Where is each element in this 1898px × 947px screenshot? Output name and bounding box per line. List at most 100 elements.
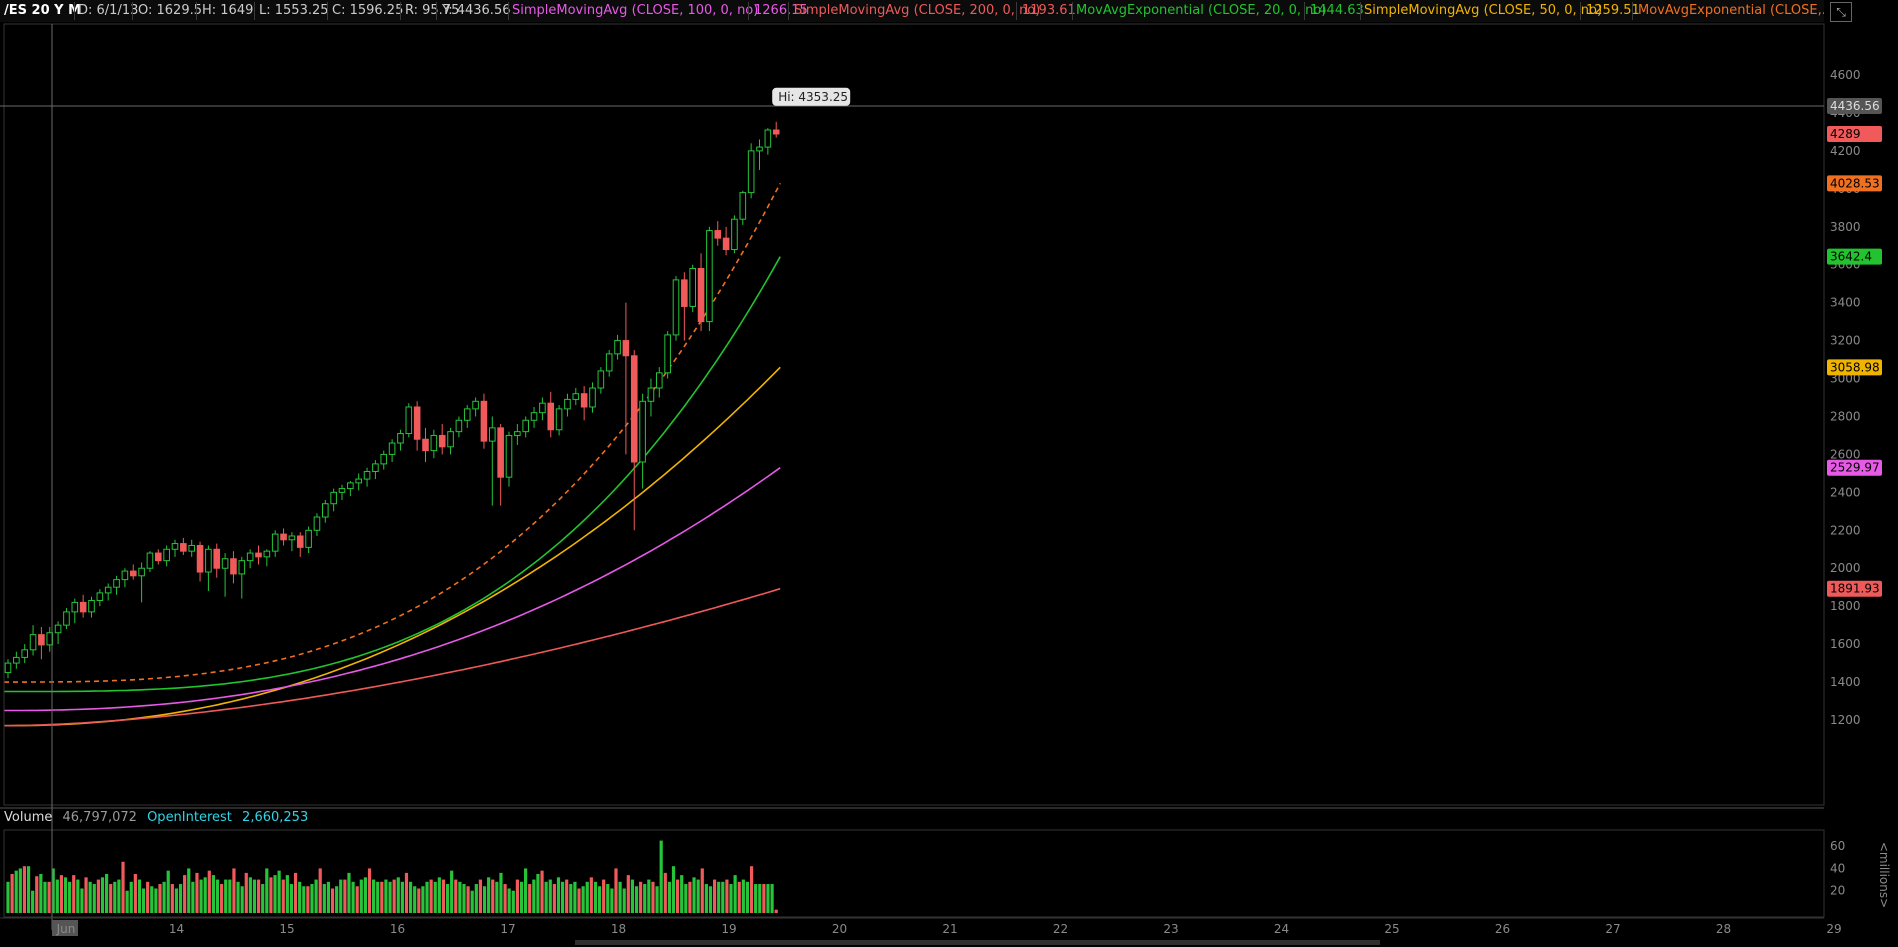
- time-axis: Jun 14 15 16 17 18 19 20 21 22 23 24 25 26 27 28 29: [0, 917, 1842, 945]
- candle-body: [372, 463, 379, 472]
- volume-bar: [80, 888, 84, 913]
- volume-bar: [355, 886, 359, 913]
- candle-body: [230, 558, 237, 575]
- candle-body: [355, 478, 362, 484]
- volume-bar: [433, 881, 437, 913]
- candle-body: [605, 353, 613, 372]
- volume-bar: [228, 879, 232, 913]
- volume-bar: [606, 884, 610, 913]
- volume-bar: [478, 879, 483, 913]
- volume-bar: [232, 868, 236, 913]
- volume-bar: [195, 872, 199, 913]
- y-tick-label: 2600: [1830, 447, 1861, 461]
- volume-bar: [655, 886, 659, 913]
- volume-bar: [261, 884, 265, 913]
- volume-bar: [174, 888, 179, 913]
- volume-bar: [183, 875, 187, 913]
- volume-bar: [281, 879, 285, 913]
- candle-body: [756, 146, 763, 152]
- y-tick-label: 3200: [1830, 334, 1861, 348]
- x-tick-label: 21: [942, 922, 957, 936]
- volume-bar: [708, 886, 713, 913]
- candle-body: [672, 279, 680, 336]
- candle-body: [263, 550, 271, 558]
- volume-bar: [729, 884, 733, 913]
- candle-body: [305, 529, 312, 548]
- volume-bar: [330, 888, 335, 913]
- volume-bar: [745, 881, 750, 913]
- price-tag: 3058.98: [1827, 359, 1882, 376]
- volume-bar: [466, 886, 470, 913]
- volume-bar: [663, 872, 667, 913]
- candle-body: [96, 592, 104, 601]
- volume-tick-label: 60: [1830, 839, 1845, 853]
- candle-body: [764, 129, 772, 148]
- volume-bar: [158, 884, 162, 913]
- volume-bar: [741, 879, 745, 913]
- candle-body: [772, 129, 780, 135]
- volume-bar: [692, 877, 696, 913]
- volume-bar: [166, 870, 170, 913]
- candle-body: [271, 533, 279, 552]
- volume-bar: [647, 879, 651, 913]
- volume-bar: [458, 881, 462, 913]
- volume-bar: [577, 888, 581, 913]
- volume-bar: [589, 877, 593, 913]
- volume-bar: [380, 881, 384, 913]
- x-tick-label: 25: [1384, 922, 1399, 936]
- x-tick-label: Jun: [56, 922, 76, 936]
- volume-bar: [68, 881, 72, 913]
- candle-body: [697, 268, 705, 323]
- volume-bar: [754, 884, 758, 913]
- candle-body: [630, 355, 638, 463]
- volume-bar: [256, 879, 261, 913]
- candle-body: [380, 453, 388, 465]
- candle-body: [447, 431, 454, 448]
- volume-bar: [306, 886, 310, 913]
- candle-body: [138, 567, 145, 577]
- candle-body: [180, 543, 187, 552]
- volume-bar: [363, 877, 367, 913]
- volume-bar: [215, 879, 220, 913]
- price-chart[interactable]: 1200140016001800200022002400260028003000…: [0, 0, 1898, 947]
- x-tick-label: 14: [169, 922, 184, 936]
- volume-bar: [524, 868, 528, 913]
- volume-label[interactable]: Volume: [4, 810, 52, 825]
- price-tag: 4028.53: [1827, 175, 1882, 192]
- volume-bar: [544, 881, 548, 913]
- volume-bar: [474, 884, 478, 913]
- candle-body: [564, 398, 571, 410]
- volume-bar: [560, 881, 565, 913]
- volume-bar: [236, 881, 240, 913]
- y-tick-label: 1200: [1830, 713, 1861, 727]
- y-tick-label: 2800: [1830, 409, 1861, 423]
- candle-body: [196, 544, 204, 573]
- volume-bar: [515, 879, 519, 913]
- candle-body: [338, 488, 346, 493]
- volume-bar: [491, 879, 495, 913]
- price-tag-label: 4436.56: [1830, 99, 1880, 113]
- volume-bar: [133, 874, 137, 913]
- axes: 1200140016001800200022002400260028003000…: [0, 23, 1891, 930]
- open-interest-label[interactable]: OpenInterest: [147, 810, 232, 825]
- candle-body: [129, 570, 137, 577]
- candle-body: [88, 599, 95, 613]
- volume-tick-label: 20: [1830, 884, 1845, 898]
- price-tag-label: 2529.97: [1830, 461, 1880, 475]
- volume-bar: [31, 890, 35, 913]
- candle-body: [647, 387, 655, 402]
- candle-body: [681, 279, 688, 307]
- volume-bar: [585, 881, 589, 913]
- volume-bar: [721, 881, 725, 913]
- candle-body: [580, 393, 588, 408]
- volume-bar: [187, 868, 191, 913]
- volume-bar: [766, 884, 770, 913]
- volume-bar: [18, 868, 22, 913]
- candle-body: [63, 611, 70, 626]
- moving-average-line: [4, 467, 781, 712]
- volume-bar: [240, 886, 244, 913]
- candle-body: [597, 370, 605, 389]
- moving-average-line: [4, 587, 781, 727]
- volume-bar: [203, 877, 207, 913]
- candle-body: [38, 634, 45, 646]
